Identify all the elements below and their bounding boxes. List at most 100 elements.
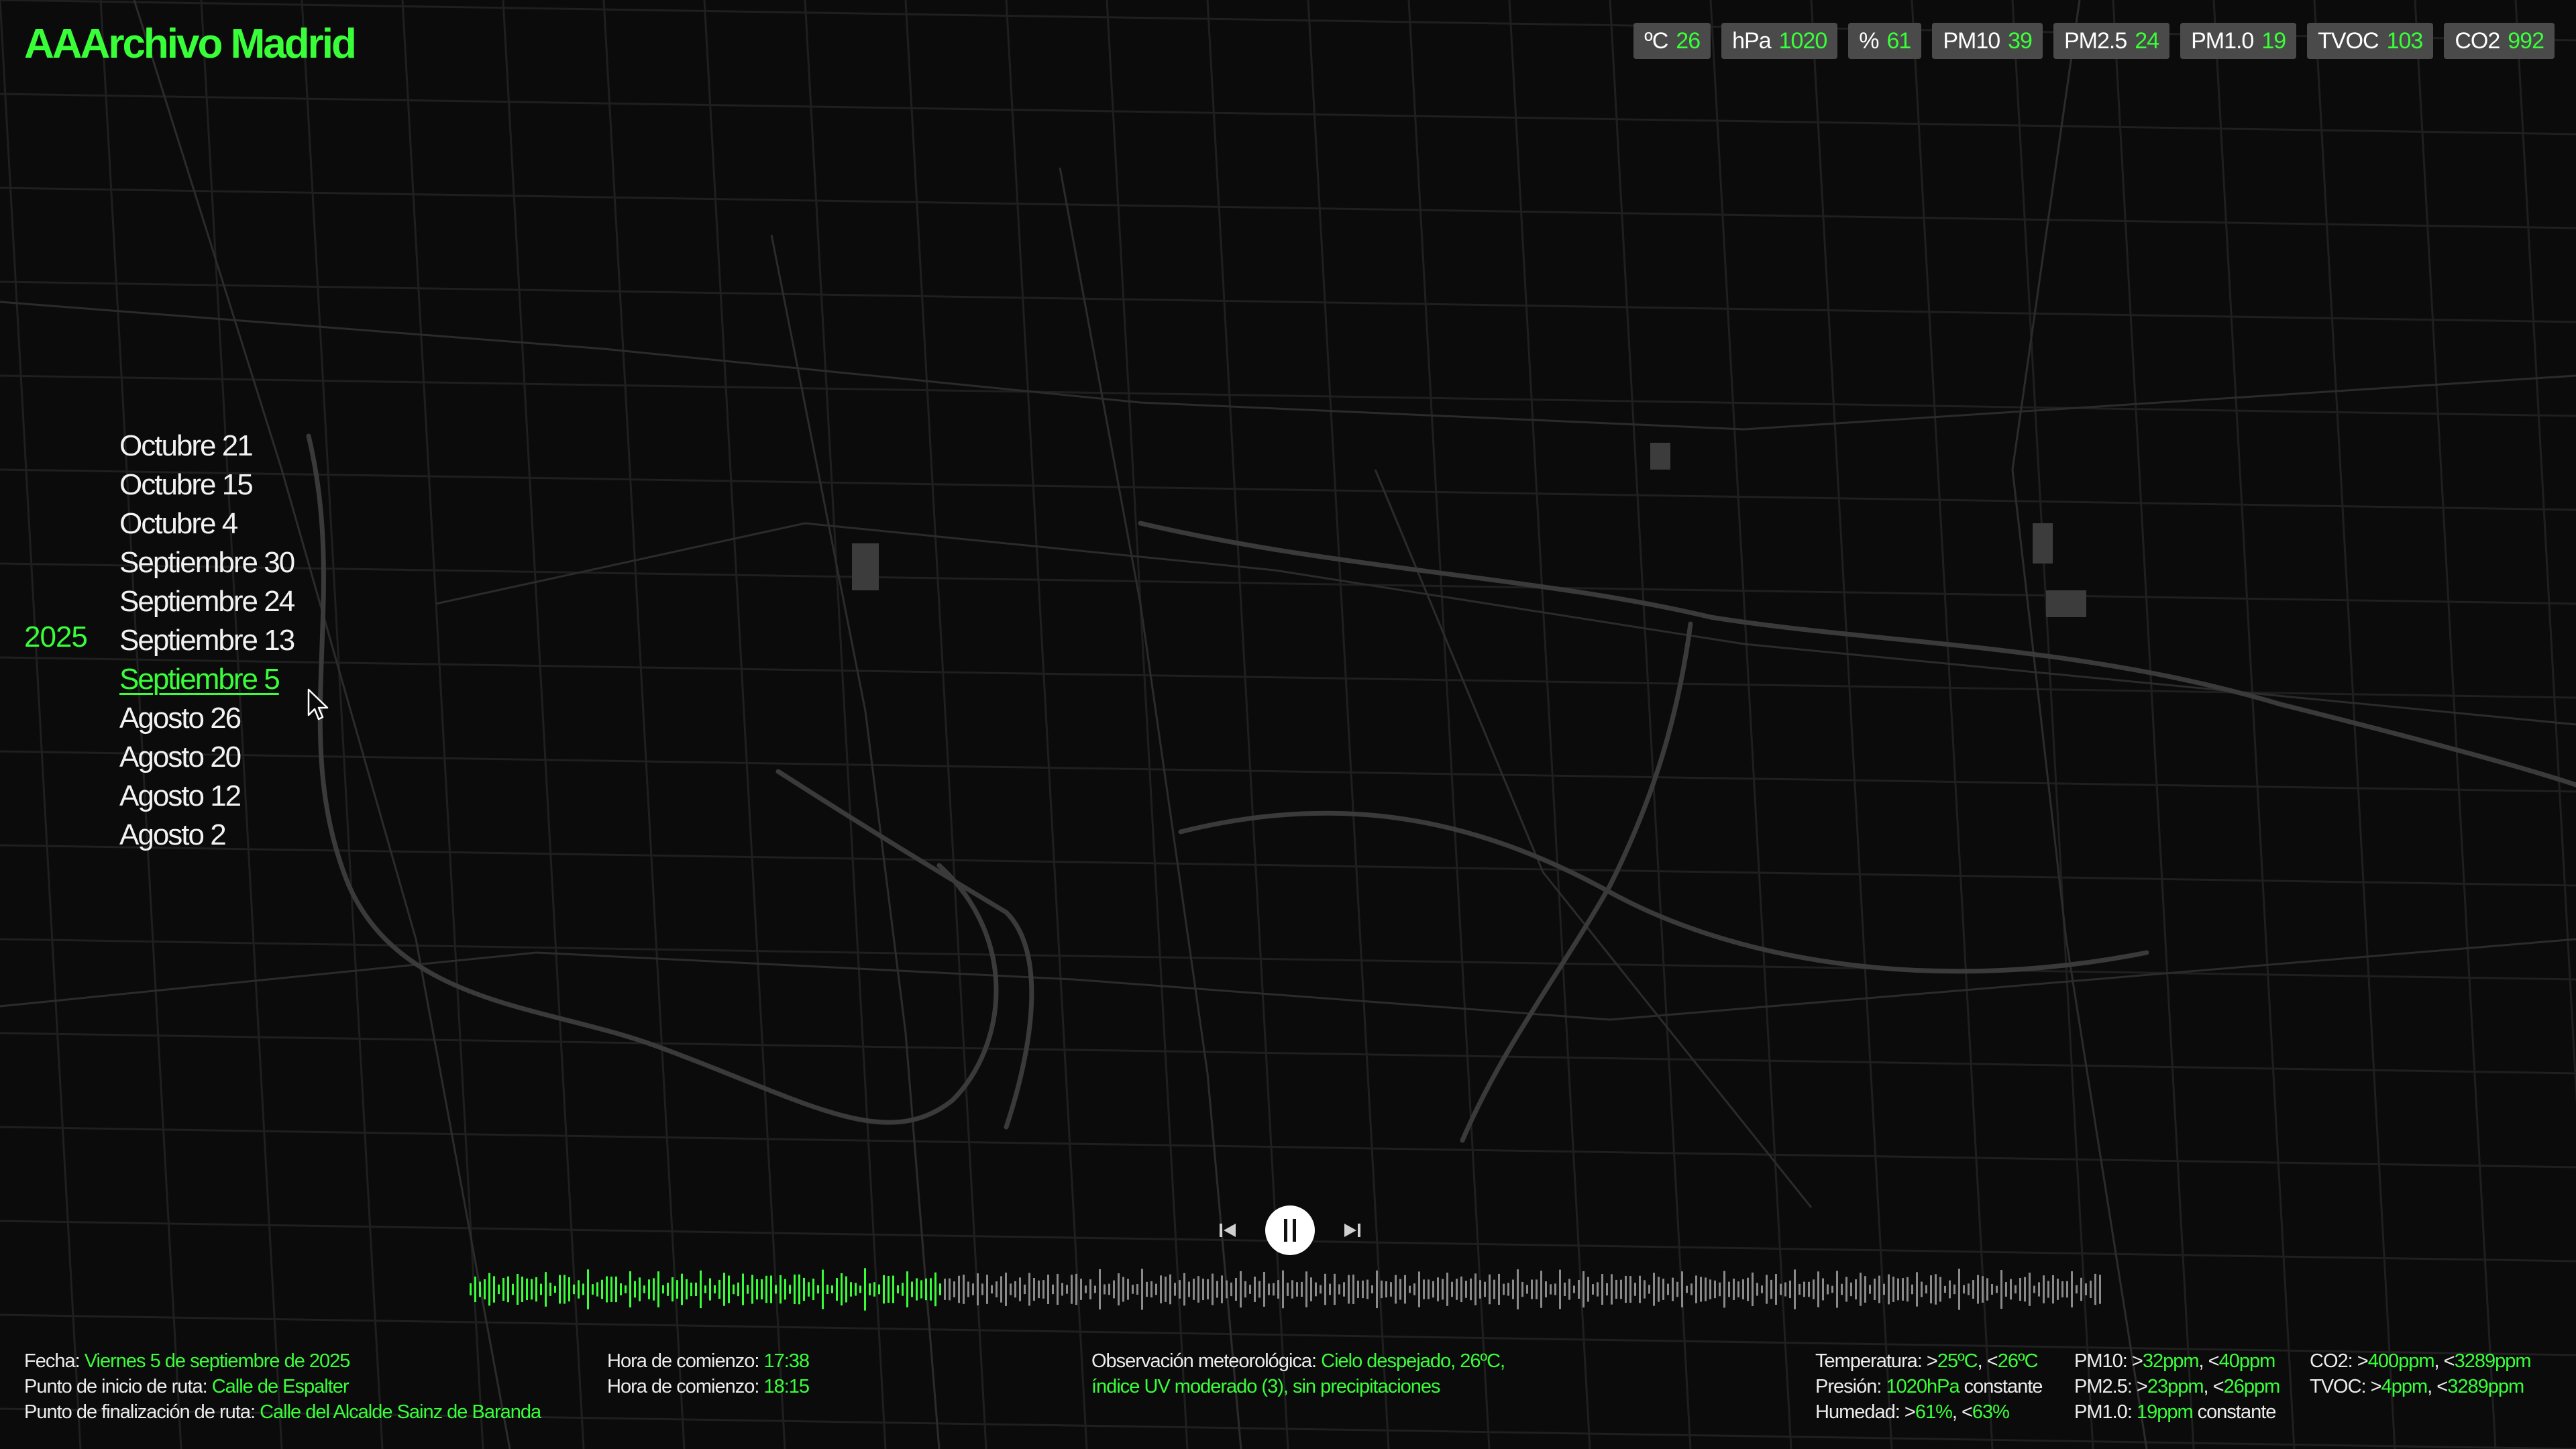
waveform-bar [1601,1274,1603,1305]
waveform-bar-played [554,1285,556,1293]
waveform-bar [1470,1278,1472,1301]
summary-suffix: constante [2197,1401,2277,1423]
date-item[interactable]: Octubre 4 [119,504,294,543]
summary-label: PM10: [2074,1350,2128,1372]
info-value: 17:38 [763,1350,810,1372]
waveform-bar [1474,1273,1477,1305]
waveform-bar-played [859,1285,861,1293]
sensor-value: 19 [2261,28,2286,54]
date-item[interactable]: Agosto 26 [119,699,294,738]
date-item[interactable]: Agosto 20 [119,738,294,777]
info-start-time: Hora de comienzo: 17:38 [607,1348,810,1374]
waveform-bar-played [784,1279,786,1300]
waveform-bar [1230,1282,1232,1297]
waveform-bar [1526,1285,1528,1294]
date-item[interactable]: Septiembre 30 [119,543,295,582]
waveform-bar [1188,1281,1190,1297]
weather-info: Observación meteorológica: Cielo despeja… [1091,1348,1505,1399]
waveform-bar-played [564,1275,566,1304]
info-label: Hora de comienzo: [607,1376,759,1397]
waveform-bar [2010,1279,2012,1300]
waveform-bar [1902,1278,1904,1301]
waveform-bar [1305,1271,1307,1307]
waveform-bar [1038,1280,1040,1299]
date-item[interactable]: Agosto 2 [119,816,294,855]
sensor-pm1: PM1.0 19 [2180,23,2297,59]
waveform-bar-played [512,1283,514,1295]
date-item[interactable]: Septiembre 13 [119,621,295,660]
waveform-bar [1963,1285,1965,1294]
waveform-bar [953,1281,955,1297]
waveform-bar [1545,1281,1547,1297]
sensor-value: 24 [2135,28,2159,54]
waveform-bar-played [897,1285,899,1294]
waveform-bar [1226,1280,1228,1299]
info-label: Fecha: [24,1350,80,1372]
date-item-selected[interactable]: Septiembre 5 [119,660,294,699]
waveform-bar [1986,1278,1988,1301]
waveform-bar [1338,1284,1340,1295]
waveform-bar-played [869,1283,871,1295]
skip-back-icon[interactable] [1218,1221,1238,1240]
waveform-bar [1780,1283,1782,1295]
waveform-bar-played [625,1285,627,1293]
info-start: Punto de inicio de ruta: Calle de Espalt… [24,1374,541,1399]
waveform-bar-played [498,1284,500,1295]
waveform-bar [1155,1283,1157,1295]
info-value: Calle del Alcalde Sainz de Baranda [260,1401,541,1423]
pause-button[interactable] [1265,1205,1315,1255]
waveform-bar [1766,1275,1768,1304]
waveform-bar-played [873,1282,875,1297]
waveform-bar [1972,1280,1974,1299]
waveform-bar [1550,1284,1552,1295]
waveform-bar [1451,1281,1453,1297]
waveform-bar [1413,1283,1415,1295]
waveform-bar-played [573,1284,575,1295]
waveform-bar [1982,1276,1984,1303]
waveform-bar [1808,1281,1810,1297]
waveform-bar [1465,1281,1467,1298]
waveform-bar [1212,1273,1214,1305]
waveform-bar [1207,1279,1209,1300]
summary-label: Humedad: [1815,1401,1900,1423]
waveform-bar [1028,1273,1030,1306]
waveform-bar [1094,1285,1096,1293]
date-item[interactable]: Agosto 12 [119,777,294,816]
sensor-pm25: PM2.5 24 [2053,23,2170,59]
waveform-bar [1254,1277,1256,1302]
summary-value: 3289ppm [2454,1350,2532,1372]
waveform-bar-played [484,1279,486,1299]
waveform-bar [1169,1274,1171,1305]
summary-label: PM1.0: [2074,1401,2133,1423]
date-item[interactable]: Octubre 15 [119,466,294,504]
waveform-bar-played [902,1283,904,1296]
skip-forward-icon[interactable] [1342,1221,1362,1240]
summary-pm25: PM2.5: >23ppm, <26ppm [2074,1376,2280,1397]
waveform-bar-played [545,1272,547,1307]
summary-value: 19ppm [2136,1401,2194,1423]
sensor-label: ºC [1644,28,1668,54]
info-label: Hora de comienzo: [607,1350,759,1372]
date-item[interactable]: Septiembre 24 [119,582,295,621]
waveform-bar [986,1275,988,1304]
date-item[interactable]: Octubre 21 [119,427,294,466]
waveform-bar [1615,1279,1617,1299]
waveform-bar [1977,1275,1979,1304]
waveform-bar [1409,1285,1411,1293]
waveform-bar [1968,1283,1970,1295]
waveform-bar [2071,1271,2073,1307]
waveform-bar [2043,1275,2045,1303]
waveform-bar [1437,1277,1439,1301]
waveform-bar [1301,1281,1303,1297]
waveform-bar-played [610,1277,612,1302]
summary-value: 4ppm [2381,1376,2428,1397]
waveform-bar [1883,1283,1885,1295]
waveform-bar [1085,1285,1087,1293]
waveform-bar [1052,1284,1054,1295]
waveform-bar [977,1273,979,1305]
audio-player [1218,1205,1362,1255]
waveform-bar-played [817,1285,819,1294]
summary-value: 400ppm [2367,1350,2435,1372]
waveform-bar [1057,1273,1059,1305]
audio-waveform[interactable] [470,1268,2106,1311]
